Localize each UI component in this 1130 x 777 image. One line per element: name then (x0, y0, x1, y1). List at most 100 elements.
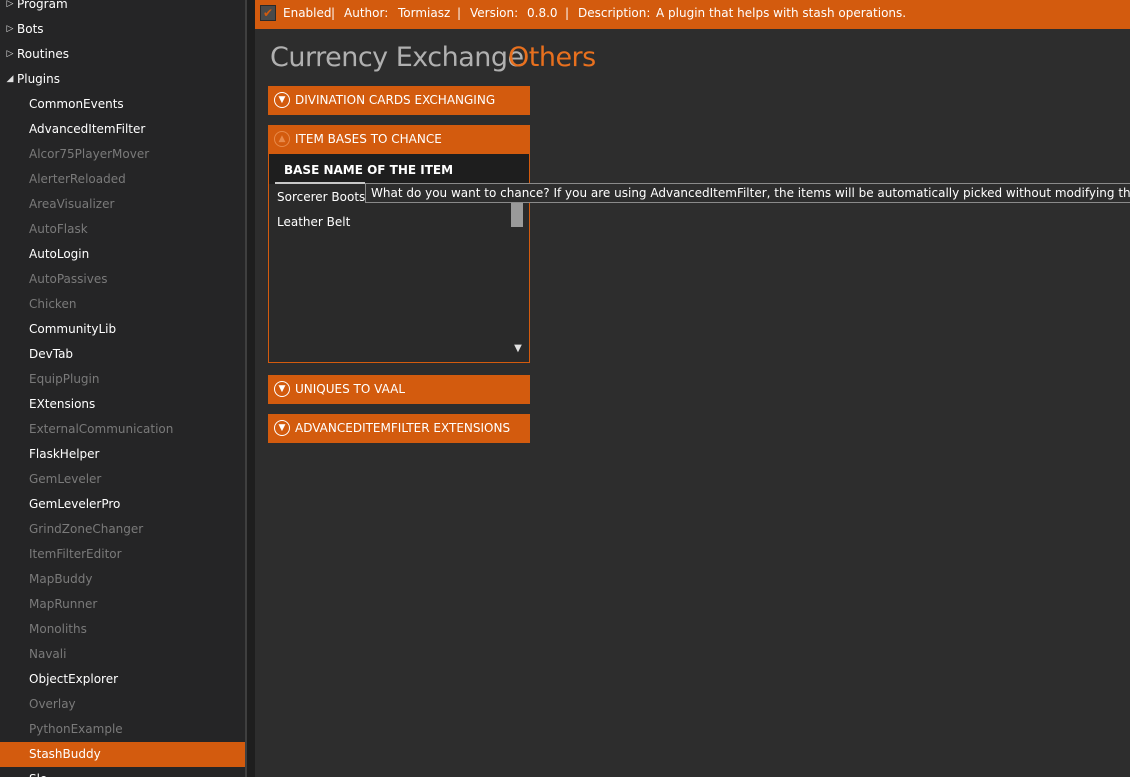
plugin-item-label: Navali (29, 647, 67, 661)
plugin-item[interactable]: Navali (0, 642, 245, 667)
collapse-arrow-icon[interactable]: ◢ (5, 67, 15, 92)
plugin-item-label: AutoLogin (29, 247, 90, 261)
chevron-up-icon: ▲ (274, 131, 290, 147)
plugin-item-label: AreaVisualizer (29, 197, 115, 211)
expand-arrow-icon[interactable]: ▷ (5, 42, 15, 67)
plugin-item[interactable]: PythonExample (0, 717, 245, 742)
description-label: Description: (578, 6, 651, 20)
plugin-item-label: AdvancedItemFilter (29, 122, 146, 136)
expander-label: ITEM BASES TO CHANCE (295, 132, 442, 146)
plugin-item-label: GrindZoneChanger (29, 522, 144, 536)
plugin-item-label: Monoliths (29, 622, 87, 636)
tree-item-label: Bots (17, 22, 44, 36)
plugin-item-label: ItemFilterEditor (29, 547, 122, 561)
column-header-label: BASE NAME OF THE ITEM (284, 163, 454, 177)
plugin-item[interactable]: Alcor75PlayerMover (0, 142, 245, 167)
plugin-item[interactable]: MapRunner (0, 592, 245, 617)
plugin-item-label: CommunityLib (29, 322, 117, 336)
tree-item-program[interactable]: ▷ Program (0, 0, 245, 17)
tree-item-plugins[interactable]: ◢ Plugins (0, 67, 245, 92)
plugin-item[interactable]: CommonEvents (0, 92, 245, 117)
tree-item-label: Program (17, 0, 68, 11)
scrollbar-thumb[interactable] (511, 202, 523, 227)
plugin-item-label: MapRunner (29, 597, 98, 611)
scroll-down-arrow-icon[interactable]: ▼ (511, 342, 525, 356)
version-label: Version: (470, 6, 519, 20)
aif-extensions-expander[interactable]: ▼ ADVANCEDITEMFILTER EXTENSIONS (268, 414, 530, 443)
plugin-item[interactable]: MapBuddy (0, 567, 245, 592)
plugin-item[interactable]: DevTab (0, 342, 245, 367)
plugin-item[interactable]: ObjectExplorer (0, 667, 245, 692)
tab-currency-exchange[interactable]: Currency Exchange (270, 42, 524, 73)
plugin-item[interactable]: EXtensions (0, 392, 245, 417)
plugin-item-label: AutoPassives (29, 272, 108, 286)
plugin-item-label: DevTab (29, 347, 74, 361)
plugin-item-label: GemLeveler (29, 472, 102, 486)
plugin-item[interactable]: GemLevelerPro (0, 492, 245, 517)
tree-item-label: Plugins (17, 72, 60, 86)
plugin-item[interactable]: CommunityLib (0, 317, 245, 342)
separator: | (331, 6, 336, 20)
column-header[interactable]: BASE NAME OF THE ITEM (269, 154, 529, 184)
plugin-item[interactable]: GrindZoneChanger (0, 517, 245, 542)
tree-item-routines[interactable]: ▷ Routines (0, 42, 245, 67)
plugin-item[interactable]: AdvancedItemFilter (0, 117, 245, 142)
plugin-item[interactable]: ItemFilterEditor (0, 542, 245, 567)
plugin-item-label: Overlay (29, 697, 76, 711)
plugin-item[interactable]: Chicken (0, 292, 245, 317)
plugin-item-label: Chicken (29, 297, 77, 311)
plugin-item-label: StashBuddy (29, 747, 101, 761)
plugin-item-label: PythonExample (29, 722, 123, 736)
plugin-item[interactable]: Overlay (0, 692, 245, 717)
plugin-item-label: AlerterReloaded (29, 172, 126, 186)
plugin-item[interactable]: AutoFlask (0, 217, 245, 242)
plugin-item-label: EXtensions (29, 397, 96, 411)
plugin-item-label: Alcor75PlayerMover (29, 147, 150, 161)
description-value: A plugin that helps with stash operation… (656, 6, 907, 20)
plugin-item[interactable]: Slo (0, 767, 245, 777)
plugin-item-label: MapBuddy (29, 572, 93, 586)
plugin-item-label: GemLevelerPro (29, 497, 121, 511)
version-value: 0.8.0 (527, 6, 558, 20)
plugin-item[interactable]: ExternalCommunication (0, 417, 245, 442)
plugin-settings-panel: ✔ Enabled | Author: Tormiasz | Version: … (255, 0, 1130, 777)
tab-others[interactable]: Others (508, 42, 596, 73)
sidebar-gap (247, 0, 255, 777)
tree-item-bots[interactable]: ▷ Bots (0, 17, 245, 42)
plugin-item-label: ExternalCommunication (29, 422, 174, 436)
plugin-item-label: ObjectExplorer (29, 672, 119, 686)
plugin-item[interactable]: AutoPassives (0, 267, 245, 292)
plugin-info-bar: ✔ Enabled | Author: Tormiasz | Version: … (255, 0, 1130, 29)
chevron-down-icon: ▼ (274, 92, 290, 108)
plugin-item-label: FlaskHelper (29, 447, 100, 461)
plugin-item[interactable]: EquipPlugin (0, 367, 245, 392)
uniques-to-vaal-expander[interactable]: ▼ UNIQUES TO VAAL (268, 375, 530, 404)
plugin-item[interactable]: AlerterReloaded (0, 167, 245, 192)
column-header-underline (275, 182, 365, 184)
plugin-item-label: CommonEvents (29, 97, 124, 111)
plugin-item[interactable]: FlaskHelper (0, 442, 245, 467)
sidebar: ▷ Program ▷ Bots ▷ Routines ◢ Plugins Co… (0, 0, 245, 777)
plugin-item[interactable]: AutoLogin (0, 242, 245, 267)
author-label: Author: (344, 6, 389, 20)
author-value: Tormiasz (398, 6, 451, 20)
enabled-label: Enabled (283, 6, 332, 20)
expander-label: DIVINATION CARDS EXCHANGING (295, 93, 496, 107)
expander-label: UNIQUES TO VAAL (295, 382, 406, 396)
divination-cards-expander[interactable]: ▼ DIVINATION CARDS EXCHANGING (268, 86, 530, 115)
expander-label: ADVANCEDITEMFILTER EXTENSIONS (295, 421, 511, 435)
item-bases-expander[interactable]: ▲ ITEM BASES TO CHANCE (268, 125, 530, 154)
checkmark-icon: ✔ (262, 6, 274, 20)
enabled-checkbox[interactable]: ✔ (260, 5, 276, 21)
separator: | (457, 6, 462, 20)
expand-arrow-icon[interactable]: ▷ (5, 17, 15, 42)
tree-item-label: Routines (17, 47, 70, 61)
plugin-item[interactable]: GemLeveler (0, 467, 245, 492)
expand-arrow-icon[interactable]: ▷ (5, 0, 15, 17)
plugin-item[interactable]: Monoliths (0, 617, 245, 642)
plugin-item-label: EquipPlugin (29, 372, 100, 386)
table-row[interactable]: Leather Belt (271, 210, 511, 235)
plugin-item[interactable]: StashBuddy (0, 742, 245, 767)
tooltip: What do you want to chance? If you are u… (365, 183, 1130, 203)
plugin-item[interactable]: AreaVisualizer (0, 192, 245, 217)
